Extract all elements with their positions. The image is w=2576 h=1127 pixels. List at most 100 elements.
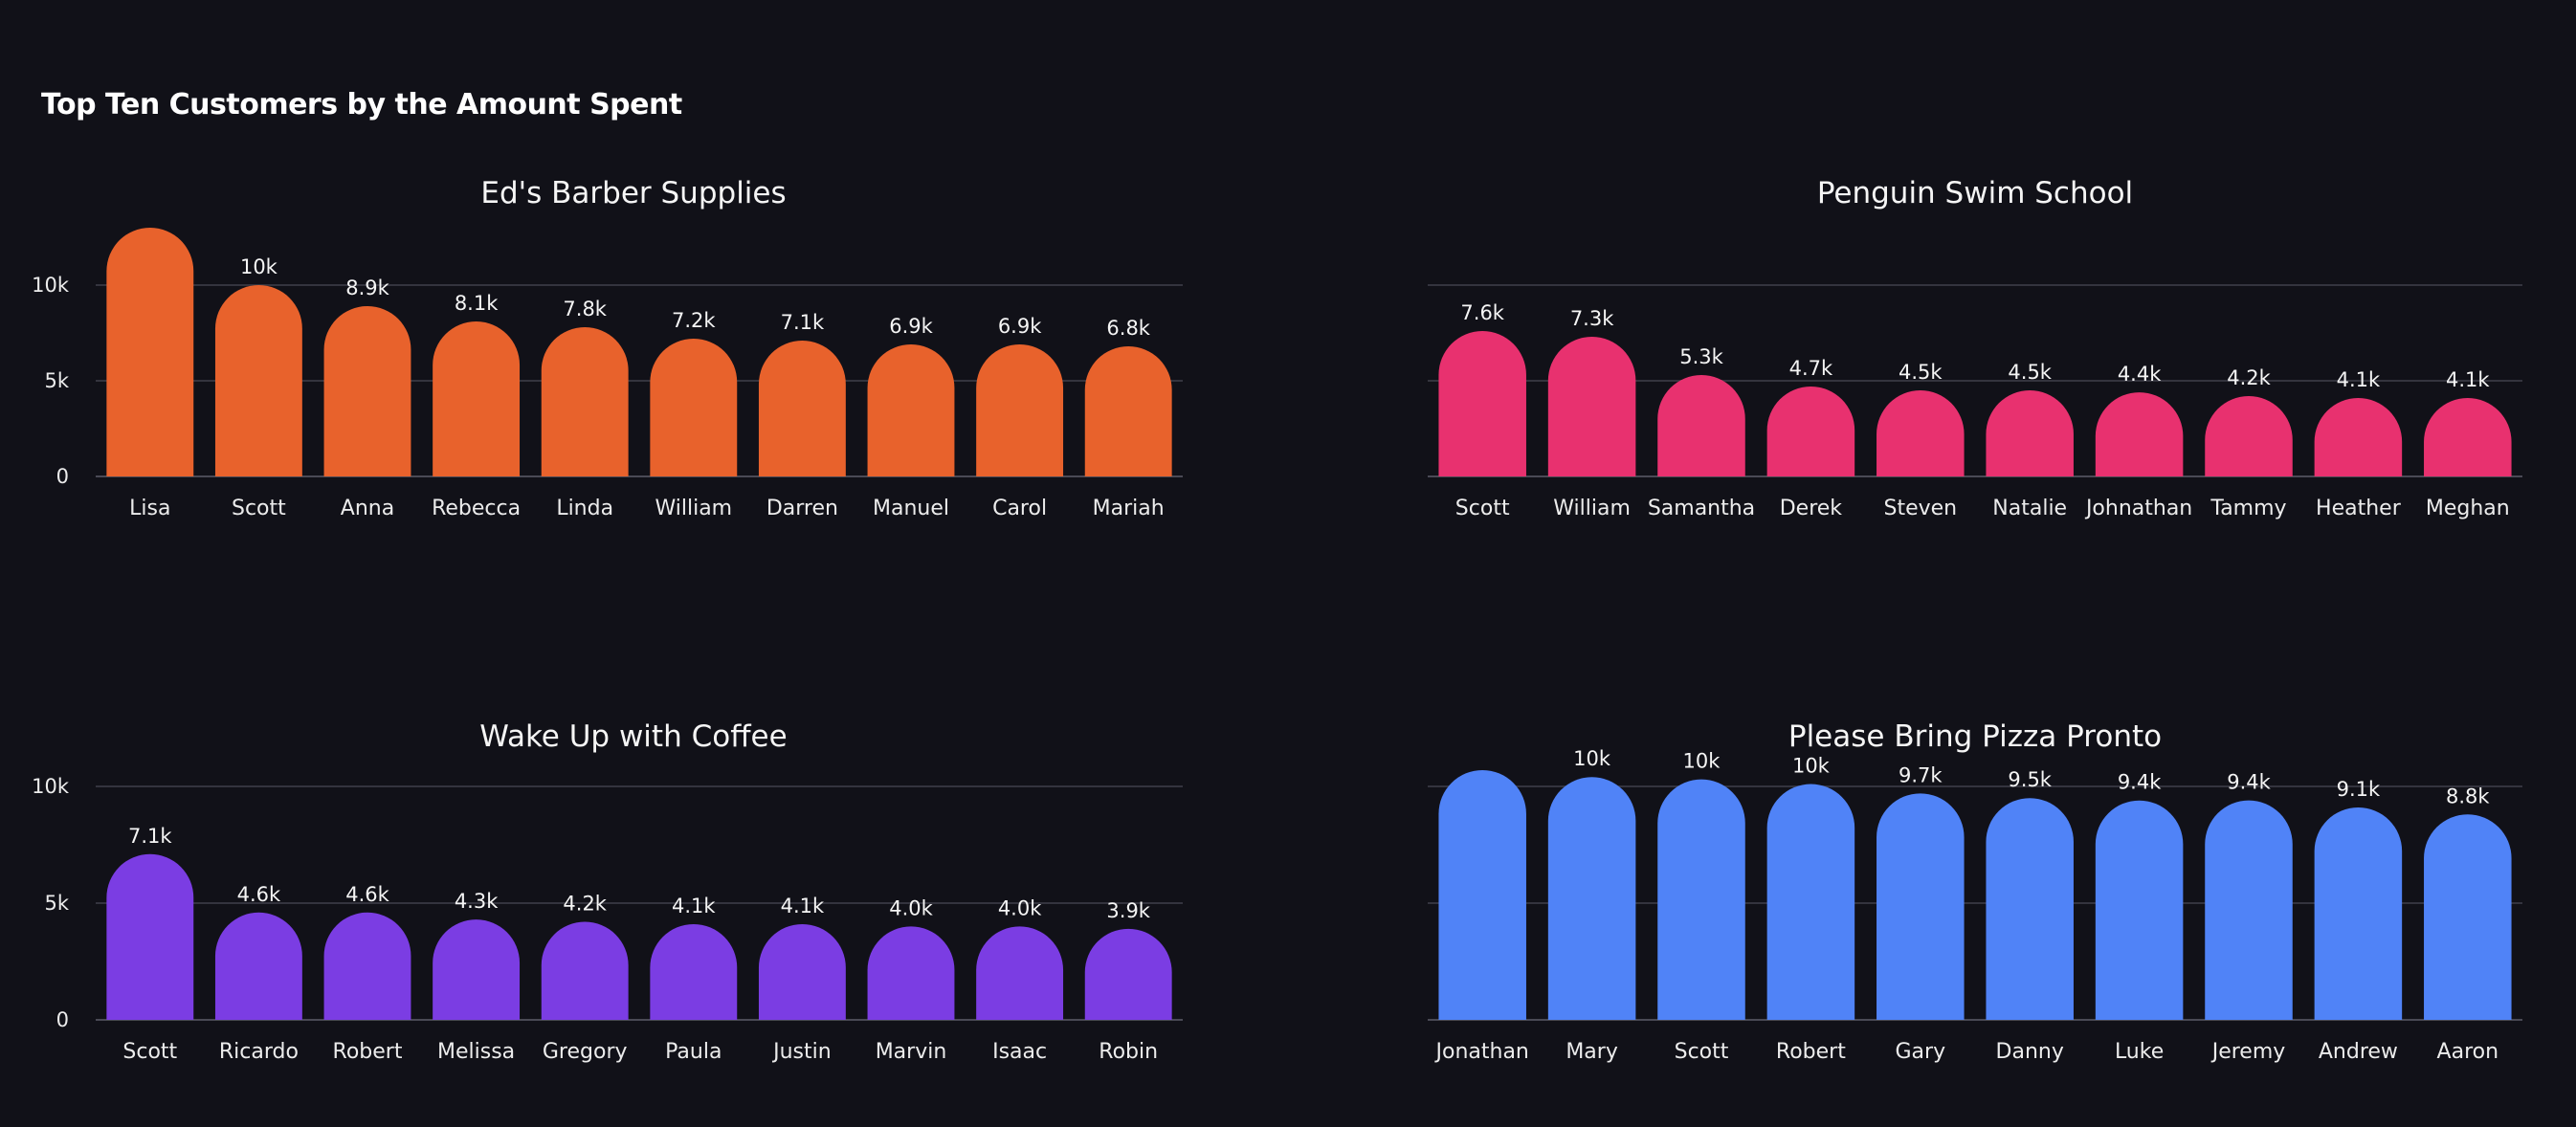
bar xyxy=(976,343,1064,476)
data-label: 8.9k xyxy=(345,276,389,299)
bar xyxy=(541,921,629,1020)
bar xyxy=(867,344,955,476)
x-tick-label: Robert xyxy=(333,1040,403,1064)
bar xyxy=(1876,390,1965,476)
chart-please-bring-pizza-pronto: Please Bring Pizza Pronto Jonathan 10k Mary… xyxy=(1340,706,2526,1127)
data-label: 4.2k xyxy=(563,893,607,916)
bar xyxy=(976,926,1064,1020)
data-label: 9.4k xyxy=(2227,771,2271,794)
x-tick-label: William xyxy=(1553,497,1631,520)
x-tick-label: Mary xyxy=(1566,1040,1618,1064)
bar xyxy=(1657,375,1745,476)
bar xyxy=(1657,779,1745,1020)
y-tick-label: 0 xyxy=(56,465,69,488)
bar xyxy=(2205,396,2293,476)
y-tick-label: 10k xyxy=(32,775,70,798)
data-label: 7.2k xyxy=(672,309,716,332)
x-tick-label: Gary xyxy=(1896,1040,1946,1064)
x-tick-label: Ricardo xyxy=(219,1040,299,1064)
x-tick-label: Paula xyxy=(665,1040,722,1064)
x-tick-label: Mariah xyxy=(1093,497,1165,520)
chart-title: Please Bring Pizza Pronto xyxy=(1788,719,2162,754)
x-tick-label: Scott xyxy=(1675,1040,1729,1064)
data-label: 4.4k xyxy=(2118,363,2162,386)
data-label: 4.2k xyxy=(2227,366,2271,389)
data-label: 10k xyxy=(1573,747,1611,770)
data-label: 7.3k xyxy=(1570,307,1614,330)
bar xyxy=(2424,814,2512,1020)
x-tick-label: Scott xyxy=(232,497,286,520)
bar xyxy=(1438,769,1526,1020)
x-tick-label: Manuel xyxy=(873,497,949,520)
y-tick-label: 0 xyxy=(56,1008,69,1031)
x-tick-label: Lisa xyxy=(129,497,170,520)
data-label: 4.1k xyxy=(2337,368,2381,391)
data-label: 4.6k xyxy=(237,883,281,906)
x-tick-label: Derek xyxy=(1780,497,1843,520)
x-tick-label: Jeremy xyxy=(2210,1040,2286,1064)
chart-svg: Please Bring Pizza Pronto Jonathan 10k Mary… xyxy=(1428,719,2522,1064)
x-tick-label: Scott xyxy=(122,1040,177,1064)
bar xyxy=(433,321,521,476)
x-tick-label: Steven xyxy=(1883,497,1957,520)
bar xyxy=(323,912,411,1020)
data-label: 7.1k xyxy=(128,825,172,848)
data-label: 10k xyxy=(240,255,278,278)
x-tick-label: Isaac xyxy=(992,1040,1047,1064)
bar xyxy=(323,306,411,476)
data-label: 3.9k xyxy=(1106,899,1150,922)
data-label: 4.0k xyxy=(889,896,933,919)
data-label: 9.7k xyxy=(1899,763,1943,786)
x-tick-label: Carol xyxy=(992,497,1047,520)
data-label: 6.9k xyxy=(998,315,1042,338)
x-tick-label: Heather xyxy=(2316,497,2402,520)
bar xyxy=(2205,800,2293,1020)
data-label: 4.1k xyxy=(672,895,716,917)
x-tick-label: Aaron xyxy=(2437,1040,2499,1064)
bar xyxy=(541,327,629,476)
x-tick-label: Johnathan xyxy=(2084,497,2192,520)
x-tick-label: Danny xyxy=(1996,1040,2064,1064)
data-label: 4.6k xyxy=(345,883,389,906)
data-label: 9.5k xyxy=(2008,768,2052,791)
data-label: 4.5k xyxy=(1899,361,1943,384)
x-tick-label: Anna xyxy=(341,497,394,520)
x-tick-label: Marvin xyxy=(876,1040,947,1064)
bar xyxy=(1547,337,1636,476)
data-label: 7.6k xyxy=(1460,301,1504,324)
chart-penguin-swim-school: Penguin Swim School 7.6k Scott 7.3k William 5… xyxy=(1340,163,2526,584)
bar xyxy=(433,919,521,1020)
page-title: Top Ten Customers by the Amount Spent xyxy=(41,88,682,122)
chart-svg: Wake Up with Coffee 0 5k 10k 7.1k Scott 4.6k Ri… xyxy=(32,719,1183,1064)
chart-title: Penguin Swim School xyxy=(1817,176,2133,210)
y-tick-label: 5k xyxy=(44,369,69,392)
bar xyxy=(1876,793,1965,1020)
data-label: 5.3k xyxy=(1679,345,1723,368)
x-tick-label: Darren xyxy=(766,497,838,520)
chart-title: Ed's Barber Supplies xyxy=(480,176,786,210)
data-label: 7.8k xyxy=(563,298,607,320)
bar xyxy=(2314,398,2403,476)
chart-svg: Ed's Barber Supplies 0 5k 10k Lisa 10k Scott 8.… xyxy=(32,176,1183,520)
data-label: 10k xyxy=(1792,755,1831,778)
bar xyxy=(214,912,302,1020)
data-label: 6.9k xyxy=(889,315,933,338)
y-tick-label: 5k xyxy=(44,892,69,915)
bar xyxy=(1547,777,1636,1020)
data-label: 4.1k xyxy=(2446,368,2490,391)
data-label: 7.1k xyxy=(781,311,825,334)
y-tick-label: 10k xyxy=(32,274,70,297)
data-label: 10k xyxy=(1683,750,1721,773)
bar xyxy=(758,923,846,1020)
x-tick-label: Andrew xyxy=(2319,1040,2398,1064)
bar xyxy=(2095,800,2184,1020)
data-label: 8.1k xyxy=(455,292,499,315)
x-tick-label: Melissa xyxy=(437,1040,515,1064)
bar xyxy=(650,923,738,1020)
x-tick-label: Linda xyxy=(556,497,613,520)
bar xyxy=(1766,784,1855,1020)
data-label: 4.7k xyxy=(1789,357,1833,380)
bar xyxy=(1986,390,2074,476)
data-label: 9.1k xyxy=(2337,778,2381,801)
chart-wake-up-with-coffee: Wake Up with Coffee 0 5k 10k 7.1k Scott 4.6k Ri… xyxy=(0,706,1187,1127)
